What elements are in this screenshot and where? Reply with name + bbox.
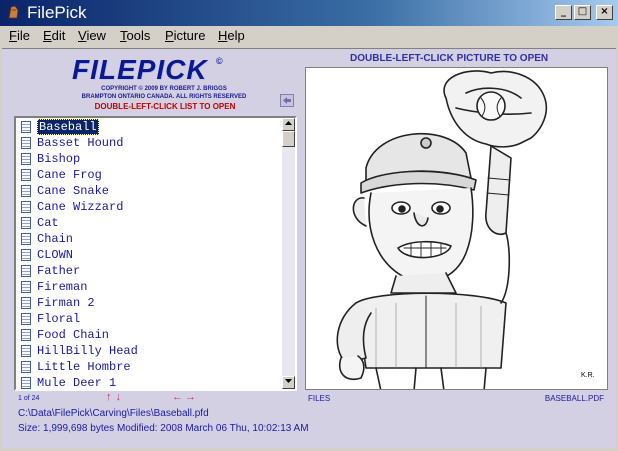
list-item[interactable]: Floral xyxy=(18,311,284,327)
document-icon xyxy=(21,233,31,245)
menu-view[interactable]: View xyxy=(78,28,106,43)
document-icon xyxy=(21,185,31,197)
list-item[interactable]: Mule Deer 1 xyxy=(18,375,284,390)
left-right-arrows[interactable]: ←→ xyxy=(172,391,198,403)
document-icon xyxy=(21,169,31,181)
list-item[interactable]: Cane Wizzard xyxy=(18,199,284,215)
files-label: FILES xyxy=(308,394,331,403)
list-item-label: Food Chain xyxy=(37,328,110,342)
menu-picture[interactable]: Picture xyxy=(165,28,205,43)
menu-tools[interactable]: Tools xyxy=(120,28,150,43)
baseball-carving-image: K.R. xyxy=(336,70,595,389)
document-icon xyxy=(21,345,31,357)
document-icon xyxy=(21,361,31,373)
scroll-up-button[interactable] xyxy=(282,118,295,131)
list-item-label: Floral xyxy=(37,312,81,326)
file-path: C:\Data\FilePick\Carving\Files\Baseball.… xyxy=(18,408,209,419)
document-icon xyxy=(21,281,31,293)
file-list[interactable]: Baseball Basset Hound Bishop Cane Frog Cane … xyxy=(14,116,297,391)
document-icon xyxy=(21,329,31,341)
file-count: 1 of 24 xyxy=(18,395,40,402)
close-button[interactable]: × xyxy=(596,5,613,20)
menu-edit[interactable]: Edit xyxy=(43,28,65,43)
back-button[interactable] xyxy=(280,94,294,107)
list-item-label: Little Hombre xyxy=(37,360,131,374)
document-icon xyxy=(21,313,31,325)
list-item-label: Father xyxy=(37,264,81,278)
list-item-label: Bishop xyxy=(37,152,81,166)
filepick-logo: FILEPICK xyxy=(72,54,208,85)
list-item-label: Baseball xyxy=(37,119,99,135)
list-item-label: Cat xyxy=(37,216,59,230)
menu-bar: File Edit View Tools Picture Help xyxy=(0,26,618,46)
list-item[interactable]: Firman 2 xyxy=(18,295,284,311)
list-item[interactable]: HillBilly Head xyxy=(18,343,284,359)
menu-help[interactable]: Help xyxy=(218,28,245,43)
list-item[interactable]: Little Hombre xyxy=(18,359,284,375)
list-item[interactable]: Chain xyxy=(18,231,284,247)
minimize-button[interactable]: _ xyxy=(555,5,572,20)
list-item[interactable]: Cat xyxy=(18,215,284,231)
document-icon xyxy=(21,377,31,389)
scroll-thumb[interactable] xyxy=(282,131,295,147)
file-list-items: Baseball Basset Hound Bishop Cane Frog Cane … xyxy=(18,119,284,390)
list-item[interactable]: Fireman xyxy=(18,279,284,295)
document-icon xyxy=(21,249,31,261)
file-size-info: Size: 1,999,698 bytes Modified: 2008 Mar… xyxy=(18,423,309,434)
list-item-label: Firman 2 xyxy=(37,296,95,310)
list-item-label: Fireman xyxy=(37,280,88,294)
list-item[interactable]: Food Chain xyxy=(18,327,284,343)
scroll-up-icon xyxy=(285,121,292,125)
document-icon xyxy=(21,201,31,213)
artist-initials: K.R. xyxy=(581,372,595,379)
list-item[interactable]: Cane Frog xyxy=(18,167,284,183)
copyright-notice: COPYRIGHT © 2009 BY ROBERT J. BRIGGS BRA… xyxy=(54,85,274,101)
scroll-down-button[interactable] xyxy=(282,376,295,389)
list-item-label: HillBilly Head xyxy=(37,344,138,358)
maximize-button[interactable]: □ xyxy=(574,5,591,20)
up-down-arrows[interactable]: ↑↓ xyxy=(106,391,125,403)
list-item[interactable]: Father xyxy=(18,263,284,279)
copyright-line2: BRAMPTON ONTARIO CANADA. ALL RIGHTS RESE… xyxy=(81,94,247,100)
scroll-down-icon xyxy=(285,379,292,383)
document-icon xyxy=(21,137,31,149)
list-item-label: Chain xyxy=(37,232,74,246)
picture-instruction: DOUBLE-LEFT-CLICK PICTURE TO OPEN xyxy=(350,53,549,64)
window-title: FilePick xyxy=(27,3,87,22)
copyright-line1: COPYRIGHT © 2009 BY ROBERT J. BRIGGS xyxy=(101,86,227,92)
list-item[interactable]: Cane Snake xyxy=(18,183,284,199)
document-icon xyxy=(21,217,31,229)
list-item[interactable]: Bishop xyxy=(18,151,284,167)
list-item-label: Cane Snake xyxy=(37,184,110,198)
list-instruction: DOUBLE-LEFT-CLICK LIST TO OPEN xyxy=(94,102,236,111)
document-icon xyxy=(21,121,31,133)
document-icon xyxy=(21,297,31,309)
arrow-left-icon xyxy=(283,97,291,104)
list-item-label: Basset Hound xyxy=(37,136,124,150)
current-filename: BASEBALL.PDF xyxy=(544,394,604,403)
list-item-label: CLOWN xyxy=(37,248,74,262)
list-item[interactable]: Baseball xyxy=(18,119,284,135)
title-bar[interactable]: FilePick _ □ × xyxy=(0,0,618,26)
menu-file[interactable]: File xyxy=(9,28,30,43)
document-icon xyxy=(21,265,31,277)
list-scrollbar[interactable] xyxy=(282,118,295,389)
picture-preview[interactable]: K.R. xyxy=(305,67,608,390)
list-item-label: Cane Frog xyxy=(37,168,102,182)
app-icon xyxy=(8,5,19,19)
list-item-label: Mule Deer 1 xyxy=(37,376,117,390)
list-item[interactable]: CLOWN xyxy=(18,247,284,263)
list-item-label: Cane Wizzard xyxy=(37,200,124,214)
document-icon xyxy=(21,153,31,165)
logo-copyright-mark: © xyxy=(216,56,223,66)
list-item[interactable]: Basset Hound xyxy=(18,135,284,151)
